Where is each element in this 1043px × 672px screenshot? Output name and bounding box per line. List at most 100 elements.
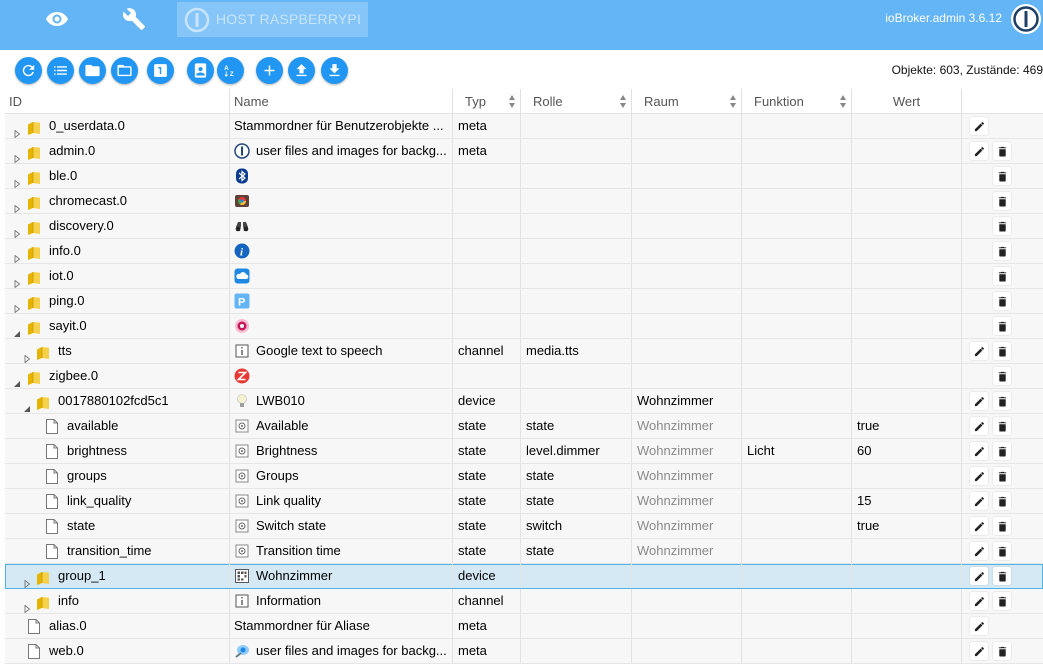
table-row[interactable]: chromecast.0: [5, 189, 1043, 214]
column-header-name[interactable]: Name: [230, 89, 453, 114]
column-header-wert[interactable]: Wert: [852, 89, 962, 114]
refresh-icon[interactable]: [15, 57, 42, 84]
trash-icon[interactable]: [993, 567, 1011, 585]
pencil-icon[interactable]: [970, 392, 988, 410]
number-one-icon[interactable]: [147, 57, 174, 84]
cell-id: state: [5, 514, 230, 538]
table-header: ID Name Typ Rolle Raum Funktion Wert: [5, 89, 1043, 114]
column-header-id[interactable]: ID: [5, 89, 230, 114]
pencil-icon[interactable]: [970, 342, 988, 360]
trash-icon[interactable]: [993, 167, 1011, 185]
trash-icon[interactable]: [993, 342, 1011, 360]
table-row[interactable]: info.0 i: [5, 239, 1043, 264]
table-row[interactable]: iot.0: [5, 264, 1043, 289]
collapse-arrow-icon[interactable]: [13, 322, 21, 337]
expand-arrow-icon[interactable]: [23, 597, 31, 613]
column-header-rolle[interactable]: Rolle: [521, 89, 632, 114]
expand-arrow-icon[interactable]: [13, 297, 21, 313]
pencil-icon[interactable]: [970, 567, 988, 585]
trash-icon[interactable]: [993, 392, 1011, 410]
table-row[interactable]: discovery.0: [5, 214, 1043, 239]
expand-arrow-icon[interactable]: [13, 222, 21, 238]
expand-arrow-icon[interactable]: [13, 247, 21, 263]
pencil-icon[interactable]: [970, 642, 988, 660]
trash-icon[interactable]: [993, 242, 1011, 260]
table-row[interactable]: groups Groups state state Wohnzimmer: [5, 464, 1043, 489]
list-icon[interactable]: [47, 57, 74, 84]
trash-icon[interactable]: [993, 367, 1011, 385]
table-row[interactable]: link_quality Link quality state state Wohnzi…: [5, 489, 1043, 514]
table-row[interactable]: web.0 user files and images for backg... m…: [5, 639, 1043, 664]
pencil-icon[interactable]: [970, 517, 988, 535]
trash-icon[interactable]: [993, 192, 1011, 210]
trash-icon[interactable]: [993, 142, 1011, 160]
object-id: zigbee.0: [49, 368, 99, 383]
expand-arrow-icon[interactable]: [13, 197, 21, 213]
cell-rolle: state: [521, 414, 632, 438]
trash-icon[interactable]: [993, 467, 1011, 485]
column-header-raum[interactable]: Raum: [632, 89, 742, 114]
trash-icon[interactable]: [993, 267, 1011, 285]
expand-arrow-icon[interactable]: [23, 347, 31, 363]
trash-icon[interactable]: [993, 317, 1011, 335]
trash-icon[interactable]: [993, 592, 1011, 610]
trash-icon[interactable]: [993, 517, 1011, 535]
table-row[interactable]: ble.0: [5, 164, 1043, 189]
table-row[interactable]: 0017880102fcd5c1 LWB010 device Wohnzimmer: [5, 389, 1043, 414]
contact-icon[interactable]: [187, 57, 214, 84]
trash-icon[interactable]: [993, 542, 1011, 560]
download-icon[interactable]: [321, 57, 348, 84]
pencil-icon[interactable]: [970, 592, 988, 610]
cell-funktion: [742, 414, 852, 438]
pencil-icon[interactable]: [970, 617, 988, 635]
table-row[interactable]: available Available state state Wohnzimmer tr…: [5, 414, 1043, 439]
cell-funktion: [742, 264, 852, 288]
table-row[interactable]: alias.0 Stammordner für Aliase meta: [5, 614, 1043, 639]
expand-arrow-icon[interactable]: [13, 172, 21, 188]
table-row[interactable]: info Information channel: [5, 589, 1043, 614]
collapse-arrow-icon[interactable]: [13, 372, 21, 387]
wrench-icon[interactable]: [114, 5, 154, 33]
expand-arrow-icon[interactable]: [13, 122, 21, 138]
collapse-arrow-icon[interactable]: [23, 397, 31, 412]
table-row[interactable]: sayit.0: [5, 314, 1043, 339]
pencil-icon[interactable]: [970, 467, 988, 485]
sort-az-icon[interactable]: AZ: [217, 57, 244, 84]
trash-icon[interactable]: [993, 442, 1011, 460]
eye-icon[interactable]: [37, 5, 77, 33]
table-row[interactable]: zigbee.0: [5, 364, 1043, 389]
table-row[interactable]: ping.0 P: [5, 289, 1043, 314]
cell-funktion: [742, 639, 852, 663]
cell-funktion: [742, 489, 852, 513]
pencil-icon[interactable]: [970, 117, 988, 135]
pencil-icon[interactable]: [970, 542, 988, 560]
table-row[interactable]: brightness Brightness state level.dimmer Woh…: [5, 439, 1043, 464]
trash-icon[interactable]: [993, 642, 1011, 660]
expand-arrow-icon[interactable]: [13, 272, 21, 288]
folder-closed-icon[interactable]: [79, 57, 106, 84]
trash-icon[interactable]: [993, 292, 1011, 310]
trash-icon[interactable]: [993, 217, 1011, 235]
pencil-icon[interactable]: [970, 442, 988, 460]
cell-name: Brightness: [230, 439, 453, 463]
column-header-typ[interactable]: Typ: [453, 89, 521, 114]
pencil-icon[interactable]: [970, 492, 988, 510]
pencil-icon[interactable]: [970, 417, 988, 435]
table-row[interactable]: group_1 Wohnzimmer device: [5, 564, 1043, 589]
trash-icon[interactable]: [993, 492, 1011, 510]
add-icon[interactable]: [256, 57, 283, 84]
table-row[interactable]: admin.0 user files and images for backg..…: [5, 139, 1043, 164]
table-row[interactable]: 0_userdata.0 Stammordner für Benutzerobje…: [5, 114, 1043, 139]
folder-open-icon[interactable]: [111, 57, 138, 84]
table-row[interactable]: state Switch state state switch Wohnzimmer tr…: [5, 514, 1043, 539]
table-row[interactable]: tts Google text to speech channel media.tts: [5, 339, 1043, 364]
expand-arrow-icon[interactable]: [13, 147, 21, 163]
app-header: HOST RASPBERRYPI ioBroker.admin 3.6.12: [0, 0, 1043, 50]
pencil-icon[interactable]: [970, 142, 988, 160]
folder-icon: [36, 394, 50, 410]
table-row[interactable]: transition_time Transition time state state…: [5, 539, 1043, 564]
expand-arrow-icon[interactable]: [23, 572, 31, 588]
upload-icon[interactable]: [288, 57, 315, 84]
trash-icon[interactable]: [993, 417, 1011, 435]
column-header-funktion[interactable]: Funktion: [742, 89, 852, 114]
